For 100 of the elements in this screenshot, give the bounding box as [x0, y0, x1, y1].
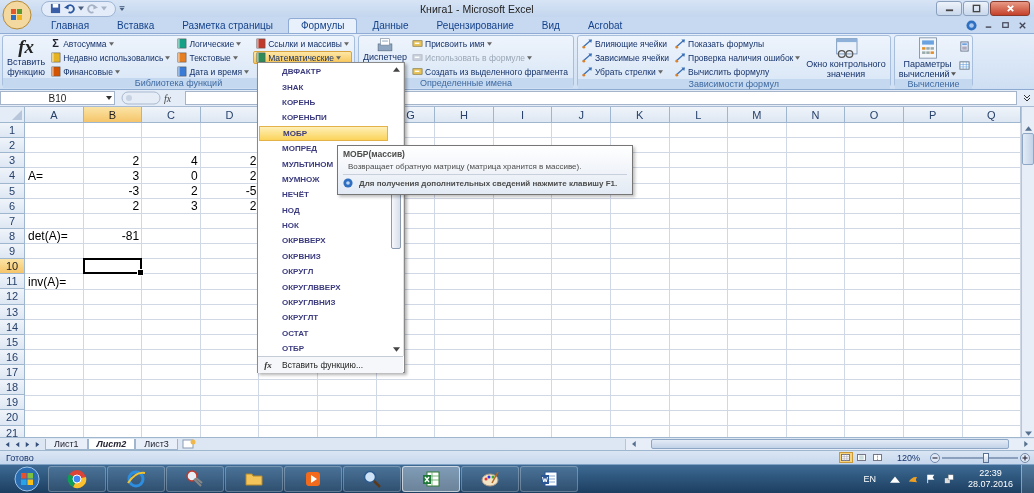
view-button[interactable]: [854, 452, 869, 463]
menu-item[interactable]: Вставить функцию...: [278, 360, 364, 371]
flag-icon[interactable]: [925, 474, 936, 484]
ribbon-button[interactable]: Присвоить имя: [410, 37, 571, 50]
row-header[interactable]: 11: [0, 274, 25, 290]
table-icon[interactable]: [959, 60, 971, 71]
column-header[interactable]: D: [200, 107, 260, 123]
ribbon-tab[interactable]: Главная: [38, 18, 103, 33]
menu-item[interactable]: ОКРУГЛВНИЗ: [258, 294, 389, 311]
scroll-thumb[interactable]: [1022, 133, 1034, 165]
taskbar-button[interactable]: [48, 466, 106, 492]
ribbon-tab[interactable]: Acrobat: [574, 18, 636, 33]
ribbon-tab[interactable]: Формулы: [287, 18, 358, 33]
ribbon-tab[interactable]: Данные: [359, 18, 422, 33]
menu-item[interactable]: ОКРВВЕРХ: [258, 233, 389, 249]
view-button[interactable]: [838, 452, 853, 463]
splitter-handle[interactable]: [121, 91, 161, 105]
row-header[interactable]: 3: [0, 153, 25, 169]
ribbon-button[interactable]: Зависимые ячейки: [579, 51, 672, 64]
scroll-right-icon[interactable]: [1023, 441, 1030, 447]
menu-item[interactable]: ОКРУГЛТ: [258, 310, 389, 326]
column-header[interactable]: H: [435, 107, 494, 123]
column-header[interactable]: P: [903, 107, 963, 123]
sheet-tab[interactable]: Лист2: [87, 438, 136, 450]
ribbon-button[interactable]: Вычислить формулу: [673, 65, 804, 78]
column-header[interactable]: J: [552, 107, 611, 123]
restore-icon[interactable]: [1000, 20, 1011, 31]
expand-icon[interactable]: [1023, 94, 1031, 102]
row-header[interactable]: 20: [0, 410, 25, 426]
close-icon[interactable]: [1017, 20, 1028, 31]
taskbar-button[interactable]: [343, 466, 401, 492]
scroll-up-icon[interactable]: [1024, 125, 1032, 131]
zoom-slider[interactable]: [942, 452, 1018, 463]
row-header[interactable]: 1: [0, 123, 25, 139]
menu-item[interactable]: НОК: [258, 217, 389, 234]
column-header[interactable]: B: [83, 107, 143, 123]
horizontal-scrollbar[interactable]: [625, 438, 1034, 450]
sheet-tab[interactable]: Лист3: [135, 438, 178, 450]
ribbon-button[interactable]: Текстовые: [174, 51, 253, 64]
save-icon[interactable]: [50, 3, 61, 14]
scroll-up-icon[interactable]: [392, 67, 400, 72]
ribbon-button[interactable]: Финансовые: [48, 65, 174, 78]
name-box[interactable]: B10: [0, 91, 115, 105]
row-header[interactable]: 4: [0, 168, 25, 184]
row-header[interactable]: 17: [0, 365, 25, 381]
ribbon-button[interactable]: Показать формулы: [673, 37, 804, 50]
taskbar-button[interactable]: [166, 466, 224, 492]
column-header[interactable]: A: [25, 107, 84, 123]
menu-item[interactable]: ОСТАТ: [258, 325, 389, 342]
menu-item[interactable]: ОКРВНИЗ: [258, 248, 389, 265]
ribbon-button[interactable]: Создать из выделенного фрагмента: [410, 65, 571, 78]
undo-icon[interactable]: [64, 3, 75, 14]
ribbon-tab[interactable]: Вид: [528, 18, 573, 33]
clock-time[interactable]: 22:39: [979, 468, 1002, 479]
ribbon-button[interactable]: Ссылки и массивы: [253, 37, 352, 50]
zoom-out-icon[interactable]: [930, 452, 940, 463]
menu-item[interactable]: ОКРУГЛ: [258, 264, 389, 280]
column-header[interactable]: L: [669, 107, 729, 123]
taskbar-button[interactable]: [107, 466, 165, 492]
scroll-thumb[interactable]: [651, 439, 1009, 449]
ribbon-button[interactable]: Убрать стрелки: [579, 65, 672, 78]
caret-icon[interactable]: [78, 6, 84, 11]
calculator-icon[interactable]: [959, 41, 971, 52]
vertical-scrollbar[interactable]: [1021, 107, 1034, 437]
menu-item[interactable]: МОБР: [259, 125, 388, 141]
help-icon[interactable]: [966, 20, 977, 31]
ribbon-big-button[interactable]: Окно контрольного значения: [804, 37, 888, 79]
taskbar-button[interactable]: [402, 466, 460, 492]
column-header[interactable]: N: [786, 107, 846, 123]
language-indicator[interactable]: EN: [863, 474, 876, 484]
insert-function-button[interactable]: fx: [164, 92, 182, 104]
view-button[interactable]: [870, 452, 885, 463]
taskbar-button[interactable]: [225, 466, 283, 492]
sheet-tab[interactable]: Лист1: [45, 438, 88, 450]
ribbon-tab[interactable]: Рецензирование: [423, 18, 527, 33]
ribbon-tab[interactable]: Разметка страницы: [169, 18, 286, 33]
zoom-in-icon[interactable]: [1020, 452, 1030, 463]
show-desktop-button[interactable]: [1021, 465, 1034, 493]
close-button[interactable]: [990, 1, 1030, 16]
ribbon-button[interactable]: Недавно использовались: [48, 51, 174, 64]
customize-caret-icon[interactable]: [119, 6, 125, 11]
row-header[interactable]: 10: [0, 259, 25, 275]
start-button[interactable]: [14, 466, 40, 492]
column-header[interactable]: C: [142, 107, 201, 123]
ribbon-tab[interactable]: Вставка: [104, 18, 168, 33]
zoom-level[interactable]: 120%: [896, 452, 920, 463]
ribbon-big-button[interactable]: fx Вставить функцию: [5, 37, 48, 78]
column-header[interactable]: Q: [962, 107, 1022, 123]
row-header[interactable]: 9: [0, 244, 25, 260]
ribbon-button[interactable]: Σ Автосумма: [48, 37, 174, 50]
caret-up-icon[interactable]: [889, 474, 900, 484]
menu-item[interactable]: ОТБР: [258, 341, 389, 357]
column-header[interactable]: K: [610, 107, 670, 123]
menu-item[interactable]: КОРЕНЬПИ: [258, 110, 389, 126]
menu-item[interactable]: ОКРУГЛВВЕРХ: [258, 279, 389, 295]
menu-item[interactable]: КОРЕНЬ: [258, 94, 389, 111]
scroll-left-icon[interactable]: [630, 441, 637, 447]
maximize-button[interactable]: [963, 1, 989, 16]
ribbon-button[interactable]: Дата и время: [174, 65, 253, 78]
row-header[interactable]: 19: [0, 395, 25, 411]
